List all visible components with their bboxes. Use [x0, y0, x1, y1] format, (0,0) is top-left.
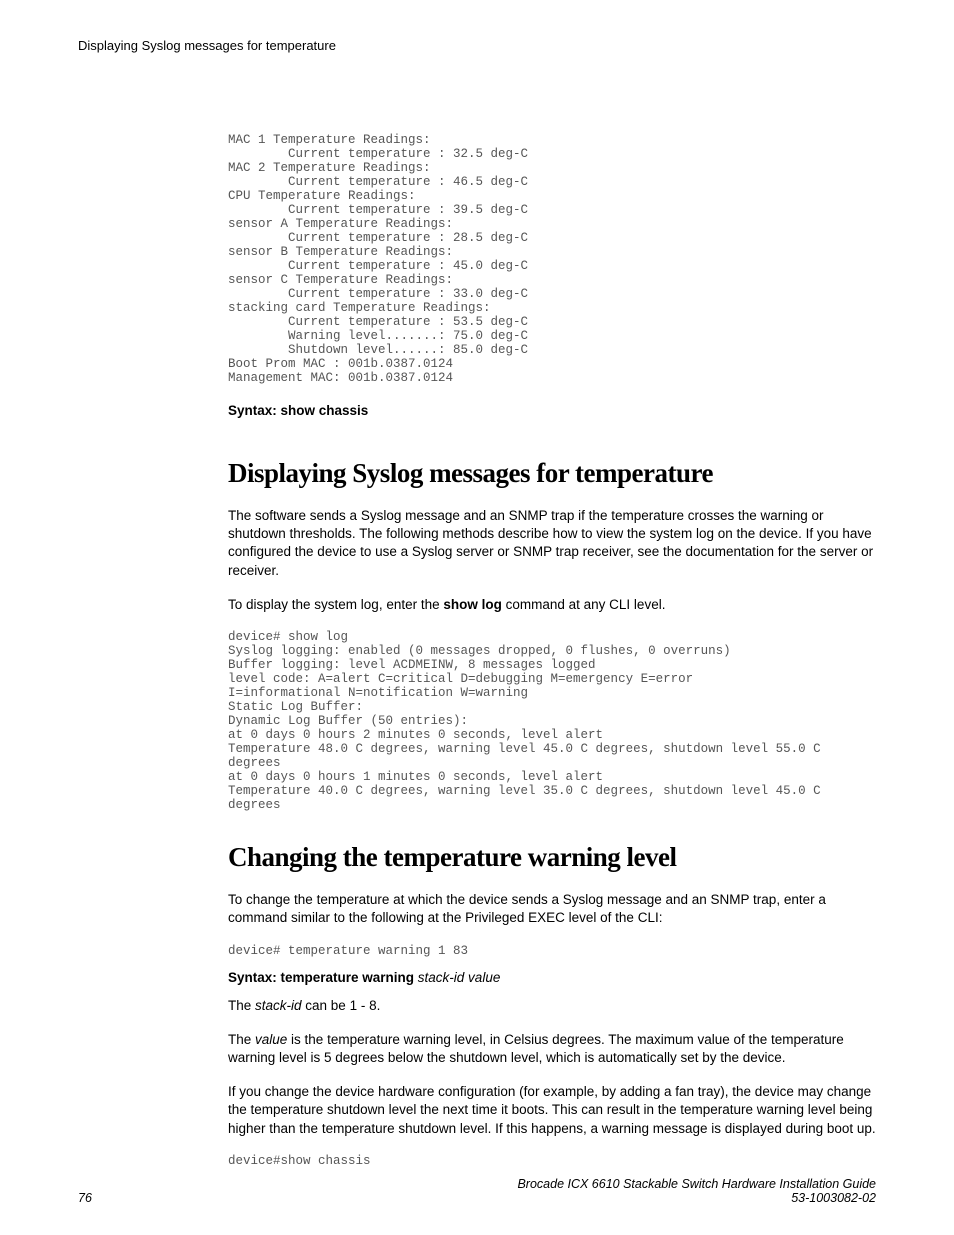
- paragraph: If you change the device hardware config…: [228, 1083, 876, 1138]
- heading-displaying-syslog: Displaying Syslog messages for temperatu…: [228, 458, 876, 489]
- paragraph: The software sends a Syslog message and …: [228, 507, 876, 580]
- page-number: 76: [78, 1191, 92, 1205]
- syntax-show-chassis: Syntax: show chassis: [228, 403, 876, 418]
- page-footer: 76 Brocade ICX 6610 Stackable Switch Har…: [78, 1177, 876, 1205]
- code-block-show-log: device# show log Syslog logging: enabled…: [228, 630, 876, 812]
- page: Displaying Syslog messages for temperatu…: [0, 0, 954, 1235]
- paragraph: The value is the temperature warning lev…: [228, 1031, 876, 1067]
- code-block-temp-warning: device# temperature warning 1 83: [228, 944, 876, 958]
- paragraph: To display the system log, enter the sho…: [228, 596, 876, 614]
- running-header: Displaying Syslog messages for temperatu…: [78, 38, 876, 53]
- paragraph: The stack-id can be 1 - 8.: [228, 997, 876, 1015]
- code-block-show-chassis-cmd: device#show chassis: [228, 1154, 876, 1168]
- paragraph: To change the temperature at which the d…: [228, 891, 876, 927]
- syntax-temperature-warning: Syntax: temperature warning stack-id val…: [228, 970, 876, 985]
- heading-changing-temperature: Changing the temperature warning level: [228, 842, 876, 873]
- footer-doc-info: Brocade ICX 6610 Stackable Switch Hardwa…: [517, 1177, 876, 1205]
- code-block-chassis-output: MAC 1 Temperature Readings: Current temp…: [228, 133, 876, 385]
